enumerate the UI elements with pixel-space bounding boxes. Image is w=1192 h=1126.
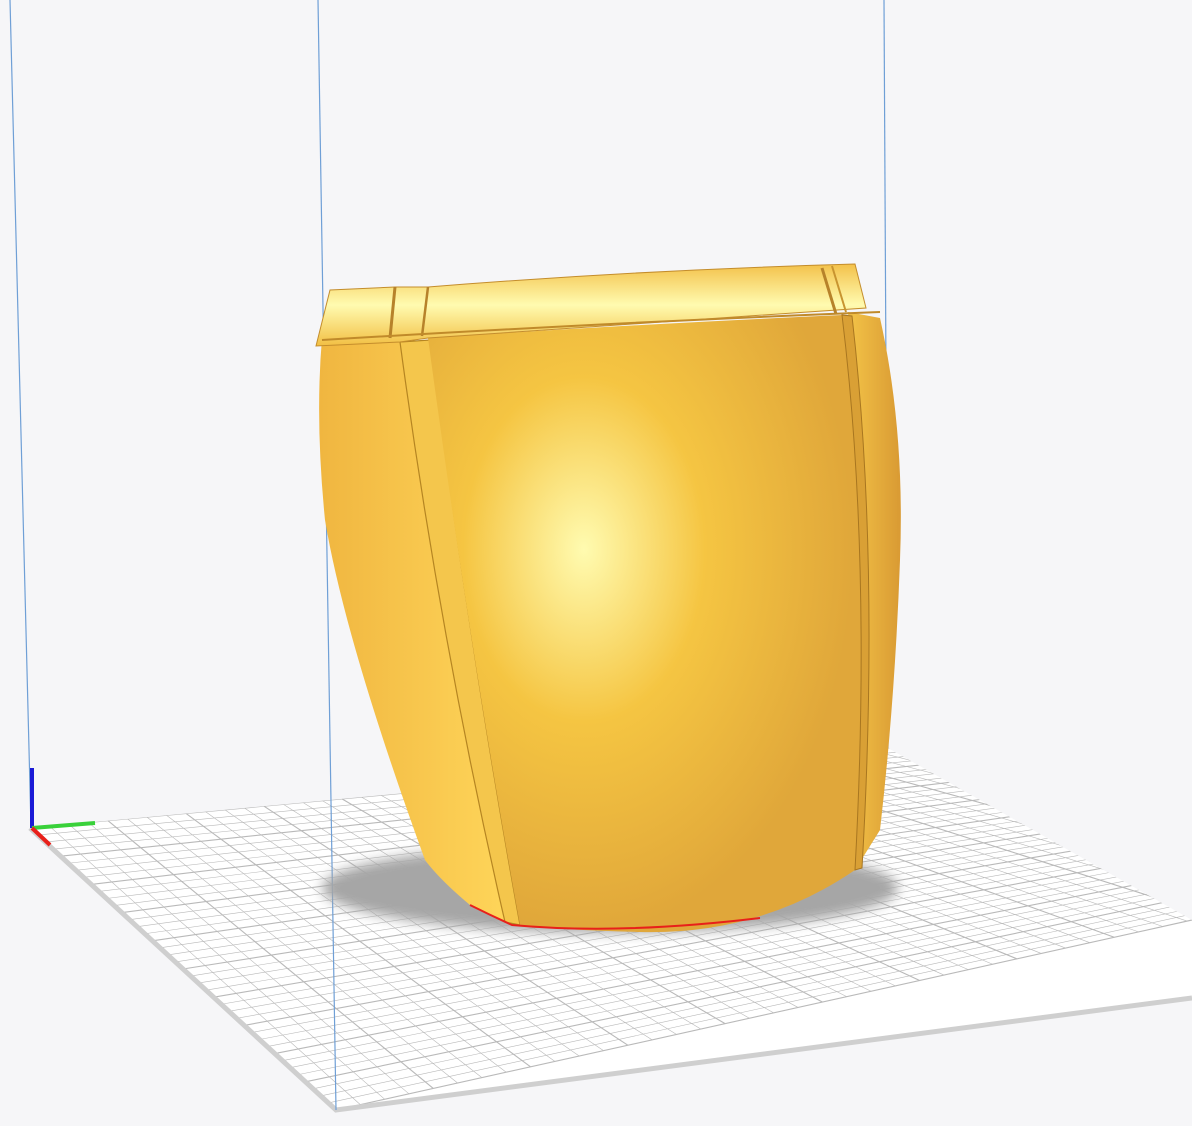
- 3d-viewport[interactable]: [0, 0, 1192, 1126]
- scene: [0, 0, 1192, 1126]
